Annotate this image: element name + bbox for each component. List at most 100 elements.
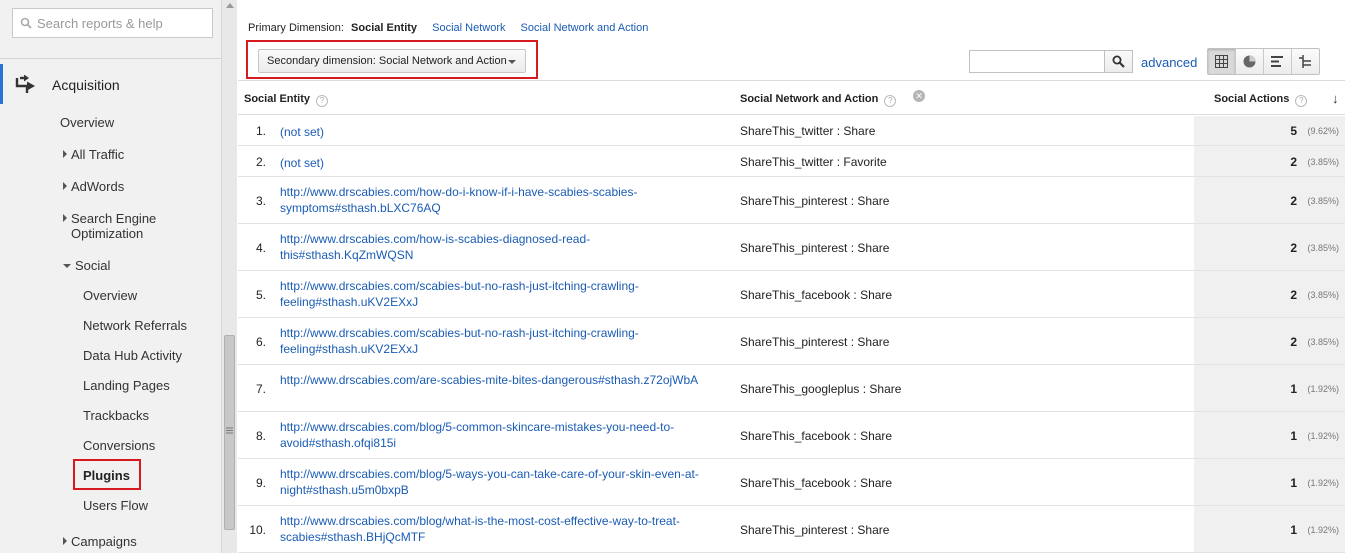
sidebar-item-campaigns[interactable]: Campaigns xyxy=(63,534,137,549)
network-action-cell: ShareThis_twitter : Favorite xyxy=(740,155,887,169)
secondary-dimension-label: Secondary dimension: Social Network and … xyxy=(267,55,507,67)
chevron-down-icon xyxy=(508,60,516,64)
table-filter-button[interactable] xyxy=(1104,51,1132,72)
sidebar-item-all-traffic[interactable]: All Traffic xyxy=(63,147,124,162)
social-entity-link[interactable]: (not set) xyxy=(280,124,720,140)
pie-chart-icon xyxy=(1243,55,1256,68)
column-header-label: Social Entity xyxy=(244,93,311,105)
row-number: 1. xyxy=(255,124,266,138)
social-actions-value: 2 xyxy=(1290,288,1297,302)
sidebar-item-social[interactable]: Social xyxy=(63,258,110,273)
social-entity-link[interactable]: http://www.drscabies.com/how-do-i-know-i… xyxy=(280,184,720,216)
help-icon[interactable]: ? xyxy=(316,95,329,107)
social-actions-value: 2 xyxy=(1290,194,1297,208)
sidebar-item-social-overview[interactable]: Overview xyxy=(83,288,137,303)
sidebar-item-adwords[interactable]: AdWords xyxy=(63,179,124,194)
primary-dimension-option-social-network[interactable]: Social Network xyxy=(432,22,505,34)
table-row: 9. http://www.drscabies.com/blog/5-ways-y… xyxy=(238,459,1345,506)
table-filter-input[interactable] xyxy=(970,51,1104,72)
row-number: 2. xyxy=(255,155,266,169)
row-number: 7. xyxy=(255,382,266,396)
primary-dimension-option-social-network-action[interactable]: Social Network and Action xyxy=(521,22,649,34)
sort-descending-icon[interactable]: ↓ xyxy=(1332,91,1339,106)
scroll-up-arrow-icon[interactable] xyxy=(226,0,234,12)
social-actions-percent: (3.85%) xyxy=(1307,157,1339,167)
report-search-input[interactable] xyxy=(37,14,207,32)
network-action-cell: ShareThis_twitter : Share xyxy=(740,124,876,138)
primary-dimension-current: Social Entity xyxy=(351,22,418,34)
social-entity-link[interactable]: http://www.drscabies.com/how-is-scabies-… xyxy=(280,231,720,263)
sidebar-item-label: Search Engine xyxy=(71,211,157,226)
table-filter-box[interactable] xyxy=(969,50,1133,73)
social-entity-link[interactable]: http://www.drscabies.com/blog/what-is-th… xyxy=(280,513,720,545)
social-actions-percent: (1.92%) xyxy=(1307,525,1339,535)
sidebar-item-seo[interactable]: Search Engine xyxy=(63,211,156,226)
sidebar-item-label: All Traffic xyxy=(71,147,125,162)
sidebar-item-seo-line2[interactable]: Optimization xyxy=(71,226,143,241)
column-header-label: Social Network and Action xyxy=(740,93,879,105)
sidebar-item-landing-pages[interactable]: Landing Pages xyxy=(83,378,170,393)
help-icon[interactable]: ? xyxy=(884,95,897,107)
row-number: 9. xyxy=(255,476,266,490)
social-actions-value: 1 xyxy=(1290,476,1297,490)
social-entity-link[interactable]: http://www.drscabies.com/blog/5-common-s… xyxy=(280,419,720,451)
column-header-network-action[interactable]: Social Network and Action? xyxy=(740,93,897,107)
help-icon[interactable]: ? xyxy=(1295,95,1308,107)
column-header-label: Social Actions xyxy=(1214,93,1290,105)
social-entity-link[interactable]: http://www.drscabies.com/blog/5-ways-you… xyxy=(280,466,720,498)
column-header-social-entity[interactable]: Social Entity? xyxy=(244,93,329,107)
sidebar-item-label: Campaigns xyxy=(71,534,137,549)
table-row: 7. http://www.drscabies.com/are-scabies-m… xyxy=(238,365,1345,412)
table-row: 8. http://www.drscabies.com/blog/5-common… xyxy=(238,412,1345,459)
social-actions-value: 1 xyxy=(1290,382,1297,396)
sidebar-section-acquisition[interactable]: Acquisition xyxy=(0,64,221,106)
acquisition-icon xyxy=(15,75,35,93)
expand-arrow-icon xyxy=(63,214,67,222)
row-number: 10. xyxy=(249,523,266,537)
social-actions-percent: (3.85%) xyxy=(1307,290,1339,300)
advanced-filter-link[interactable]: advanced xyxy=(1141,55,1197,70)
grid-icon xyxy=(1215,55,1228,68)
sidebar-item-label: AdWords xyxy=(71,179,125,194)
sidebar-item-users-flow[interactable]: Users Flow xyxy=(83,498,148,513)
social-actions-percent: (1.92%) xyxy=(1307,431,1339,441)
table-row: 2. (not set) ShareThis_twitter : Favorite 2… xyxy=(238,146,1345,177)
remove-secondary-dimension-icon[interactable]: ✕ xyxy=(913,90,925,102)
primary-dimension-bar: Primary Dimension: Social Entity Social … xyxy=(248,22,648,34)
pivot-view-button[interactable] xyxy=(1292,49,1320,74)
social-entity-link[interactable]: http://www.drscabies.com/scabies-but-no-… xyxy=(280,325,720,357)
social-actions-percent: (1.92%) xyxy=(1307,478,1339,488)
report-search-box[interactable] xyxy=(12,8,213,38)
sidebar-item-label: Plugins xyxy=(83,468,130,483)
table-row: 5. http://www.drscabies.com/scabies-but-n… xyxy=(238,271,1345,318)
sidebar-item-label: Social xyxy=(75,258,111,273)
network-action-cell: ShareThis_googleplus : Share xyxy=(740,382,902,396)
sidebar-section-label: Acquisition xyxy=(52,77,120,93)
social-actions-percent: (1.92%) xyxy=(1307,384,1339,394)
performance-view-button[interactable] xyxy=(1264,49,1292,74)
secondary-dimension-dropdown[interactable]: Secondary dimension: Social Network and … xyxy=(258,49,526,73)
social-actions-value: 2 xyxy=(1290,335,1297,349)
network-action-cell: ShareThis_pinterest : Share xyxy=(740,241,890,255)
scrollbar-thumb[interactable] xyxy=(224,335,235,530)
sidebar-item-overview[interactable]: Overview xyxy=(60,115,114,130)
sidebar-scrollbar[interactable] xyxy=(221,0,237,553)
social-entity-link[interactable]: http://www.drscabies.com/scabies-but-no-… xyxy=(280,278,720,310)
sidebar-item-conversions[interactable]: Conversions xyxy=(83,438,155,453)
sidebar-item-data-hub-activity[interactable]: Data Hub Activity xyxy=(83,348,182,363)
network-action-cell: ShareThis_pinterest : Share xyxy=(740,523,890,537)
view-toggle-group xyxy=(1207,48,1320,75)
sidebar-item-plugins[interactable]: Plugins xyxy=(73,459,141,490)
social-entity-link[interactable]: (not set) xyxy=(280,155,720,171)
sidebar-item-trackbacks[interactable]: Trackbacks xyxy=(83,408,149,423)
social-entity-link[interactable]: http://www.drscabies.com/are-scabies-mit… xyxy=(280,372,720,388)
table-row: 10. http://www.drscabies.com/blog/what-is… xyxy=(238,506,1345,553)
column-header-social-actions[interactable]: Social Actions? xyxy=(1214,93,1308,107)
social-actions-percent: (3.85%) xyxy=(1307,196,1339,206)
network-action-cell: ShareThis_pinterest : Share xyxy=(740,335,890,349)
social-actions-percent: (3.85%) xyxy=(1307,337,1339,347)
social-actions-value: 5 xyxy=(1290,124,1297,138)
table-view-button[interactable] xyxy=(1208,49,1236,74)
pie-view-button[interactable] xyxy=(1236,49,1264,74)
sidebar-item-network-referrals[interactable]: Network Referrals xyxy=(83,318,187,333)
